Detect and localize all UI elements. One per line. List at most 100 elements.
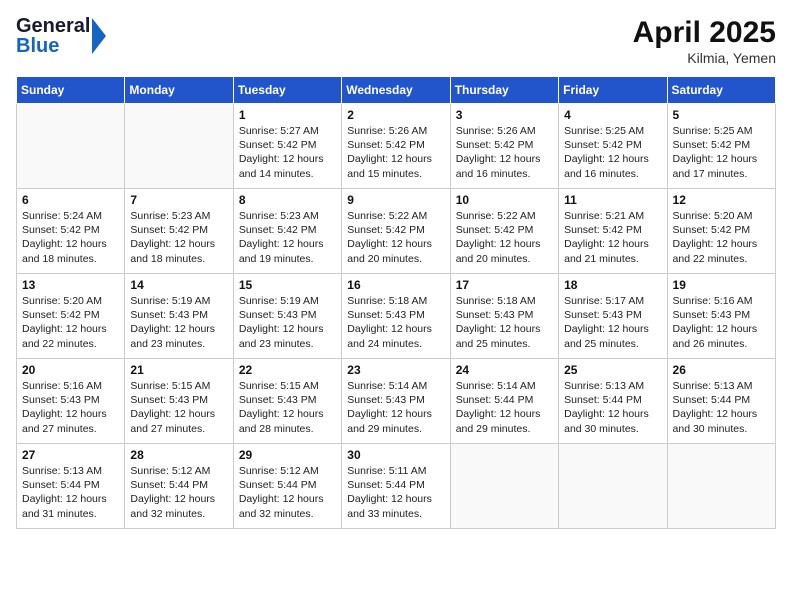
calendar-cell: 29Sunrise: 5:12 AMSunset: 5:44 PMDayligh… <box>233 444 341 529</box>
calendar-cell: 3Sunrise: 5:26 AMSunset: 5:42 PMDaylight… <box>450 104 558 189</box>
day-number: 14 <box>130 278 227 292</box>
day-number: 5 <box>673 108 770 122</box>
col-saturday: Saturday <box>667 77 775 104</box>
day-number: 20 <box>22 363 119 377</box>
logo-blue-text: Blue <box>16 36 90 56</box>
calendar-table: Sunday Monday Tuesday Wednesday Thursday… <box>16 76 776 529</box>
calendar-cell: 5Sunrise: 5:25 AMSunset: 5:42 PMDaylight… <box>667 104 775 189</box>
calendar-cell: 11 Sunrise: 5:21 AMSunset: 5:42 PMDayligh… <box>559 189 667 274</box>
calendar-week-row: 20 Sunrise: 5:16 AMSunset: 5:43 PMDayligh… <box>17 359 776 444</box>
day-info: Sunrise: 5:22 AMSunset: 5:42 PMDaylight:… <box>347 209 444 266</box>
day-number: 28 <box>130 448 227 462</box>
calendar-cell <box>667 444 775 529</box>
calendar-cell: 24Sunrise: 5:14 AMSunset: 5:44 PMDayligh… <box>450 359 558 444</box>
calendar-cell <box>559 444 667 529</box>
day-number: 15 <box>239 278 336 292</box>
day-info: Sunrise: 5:15 AMSunset: 5:43 PMDaylight:… <box>239 379 336 436</box>
day-number: 27 <box>22 448 119 462</box>
day-info: Sunrise: 5:18 AMSunset: 5:43 PMDaylight:… <box>456 294 553 351</box>
calendar-cell: 22 Sunrise: 5:15 AMSunset: 5:43 PMDayligh… <box>233 359 341 444</box>
calendar-cell: 25 Sunrise: 5:13 AMSunset: 5:44 PMDayligh… <box>559 359 667 444</box>
day-info: Sunrise: 5:23 AMSunset: 5:42 PMDaylight:… <box>239 209 336 266</box>
calendar-cell: 17 Sunrise: 5:18 AMSunset: 5:43 PMDayligh… <box>450 274 558 359</box>
calendar-week-row: 13Sunrise: 5:20 AMSunset: 5:42 PMDayligh… <box>17 274 776 359</box>
calendar-cell: 9 Sunrise: 5:22 AMSunset: 5:42 PMDaylight… <box>342 189 450 274</box>
calendar-week-row: 1 Sunrise: 5:27 AMSunset: 5:42 PMDaylight… <box>17 104 776 189</box>
calendar-header-row: Sunday Monday Tuesday Wednesday Thursday… <box>17 77 776 104</box>
day-number: 2 <box>347 108 444 122</box>
day-info: Sunrise: 5:14 AMSunset: 5:43 PMDaylight:… <box>347 379 444 436</box>
calendar-cell <box>450 444 558 529</box>
col-friday: Friday <box>559 77 667 104</box>
day-info: Sunrise: 5:12 AMSunset: 5:44 PMDaylight:… <box>130 464 227 521</box>
calendar-cell: 27 Sunrise: 5:13 AMSunset: 5:44 PMDayligh… <box>17 444 125 529</box>
col-wednesday: Wednesday <box>342 77 450 104</box>
day-number: 9 <box>347 193 444 207</box>
day-info: Sunrise: 5:23 AMSunset: 5:42 PMDaylight:… <box>130 209 227 266</box>
calendar-cell: 16Sunrise: 5:18 AMSunset: 5:43 PMDayligh… <box>342 274 450 359</box>
day-info: Sunrise: 5:16 AMSunset: 5:43 PMDaylight:… <box>22 379 119 436</box>
calendar-cell: 2 Sunrise: 5:26 AMSunset: 5:42 PMDaylight… <box>342 104 450 189</box>
calendar-cell: 10Sunrise: 5:22 AMSunset: 5:42 PMDayligh… <box>450 189 558 274</box>
day-info: Sunrise: 5:20 AMSunset: 5:42 PMDaylight:… <box>22 294 119 351</box>
day-number: 25 <box>564 363 661 377</box>
calendar-cell: 13Sunrise: 5:20 AMSunset: 5:42 PMDayligh… <box>17 274 125 359</box>
day-number: 22 <box>239 363 336 377</box>
logo-general-text: General <box>16 16 90 36</box>
day-number: 8 <box>239 193 336 207</box>
day-info: Sunrise: 5:15 AMSunset: 5:43 PMDaylight:… <box>130 379 227 436</box>
calendar-week-row: 6Sunrise: 5:24 AMSunset: 5:42 PMDaylight… <box>17 189 776 274</box>
month-year-title: April 2025 <box>633 16 776 50</box>
day-info: Sunrise: 5:17 AMSunset: 5:43 PMDaylight:… <box>564 294 661 351</box>
day-info: Sunrise: 5:13 AMSunset: 5:44 PMDaylight:… <box>564 379 661 436</box>
day-info: Sunrise: 5:25 AMSunset: 5:42 PMDaylight:… <box>564 124 661 181</box>
logo: General Blue <box>16 16 112 56</box>
calendar-cell: 8 Sunrise: 5:23 AMSunset: 5:42 PMDaylight… <box>233 189 341 274</box>
day-number: 12 <box>673 193 770 207</box>
logo-arrow-icon <box>92 18 112 54</box>
day-number: 4 <box>564 108 661 122</box>
day-info: Sunrise: 5:18 AMSunset: 5:43 PMDaylight:… <box>347 294 444 351</box>
calendar-cell: 14Sunrise: 5:19 AMSunset: 5:43 PMDayligh… <box>125 274 233 359</box>
calendar-cell: 26 Sunrise: 5:13 AMSunset: 5:44 PMDayligh… <box>667 359 775 444</box>
day-number: 11 <box>564 193 661 207</box>
calendar-cell: 15 Sunrise: 5:19 AMSunset: 5:43 PMDayligh… <box>233 274 341 359</box>
col-sunday: Sunday <box>17 77 125 104</box>
calendar-cell: 21Sunrise: 5:15 AMSunset: 5:43 PMDayligh… <box>125 359 233 444</box>
calendar-cell: 28 Sunrise: 5:12 AMSunset: 5:44 PMDayligh… <box>125 444 233 529</box>
day-info: Sunrise: 5:13 AMSunset: 5:44 PMDaylight:… <box>673 379 770 436</box>
day-number: 30 <box>347 448 444 462</box>
calendar-cell: 18 Sunrise: 5:17 AMSunset: 5:43 PMDayligh… <box>559 274 667 359</box>
location-subtitle: Kilmia, Yemen <box>633 50 776 66</box>
day-info: Sunrise: 5:19 AMSunset: 5:43 PMDaylight:… <box>239 294 336 351</box>
calendar-cell: 19Sunrise: 5:16 AMSunset: 5:43 PMDayligh… <box>667 274 775 359</box>
day-number: 29 <box>239 448 336 462</box>
page-header: General Blue April 2025 Kilmia, Yemen <box>16 16 776 66</box>
col-tuesday: Tuesday <box>233 77 341 104</box>
day-info: Sunrise: 5:20 AMSunset: 5:42 PMDaylight:… <box>673 209 770 266</box>
day-info: Sunrise: 5:16 AMSunset: 5:43 PMDaylight:… <box>673 294 770 351</box>
calendar-cell: 20 Sunrise: 5:16 AMSunset: 5:43 PMDayligh… <box>17 359 125 444</box>
day-number: 10 <box>456 193 553 207</box>
day-number: 7 <box>130 193 227 207</box>
day-info: Sunrise: 5:24 AMSunset: 5:42 PMDaylight:… <box>22 209 119 266</box>
day-number: 17 <box>456 278 553 292</box>
day-info: Sunrise: 5:11 AMSunset: 5:44 PMDaylight:… <box>347 464 444 521</box>
day-info: Sunrise: 5:26 AMSunset: 5:42 PMDaylight:… <box>347 124 444 181</box>
calendar-cell <box>125 104 233 189</box>
calendar-cell: 1 Sunrise: 5:27 AMSunset: 5:42 PMDaylight… <box>233 104 341 189</box>
calendar-cell: 4 Sunrise: 5:25 AMSunset: 5:42 PMDaylight… <box>559 104 667 189</box>
calendar-cell: 23Sunrise: 5:14 AMSunset: 5:43 PMDayligh… <box>342 359 450 444</box>
day-number: 1 <box>239 108 336 122</box>
calendar-cell: 30 Sunrise: 5:11 AMSunset: 5:44 PMDayligh… <box>342 444 450 529</box>
day-number: 18 <box>564 278 661 292</box>
logo-text-wrapper: General Blue <box>16 16 90 56</box>
calendar-cell <box>17 104 125 189</box>
calendar-cell: 12 Sunrise: 5:20 AMSunset: 5:42 PMDayligh… <box>667 189 775 274</box>
day-info: Sunrise: 5:27 AMSunset: 5:42 PMDaylight:… <box>239 124 336 181</box>
day-info: Sunrise: 5:13 AMSunset: 5:44 PMDaylight:… <box>22 464 119 521</box>
day-info: Sunrise: 5:21 AMSunset: 5:42 PMDaylight:… <box>564 209 661 266</box>
day-number: 3 <box>456 108 553 122</box>
day-info: Sunrise: 5:14 AMSunset: 5:44 PMDaylight:… <box>456 379 553 436</box>
day-number: 26 <box>673 363 770 377</box>
